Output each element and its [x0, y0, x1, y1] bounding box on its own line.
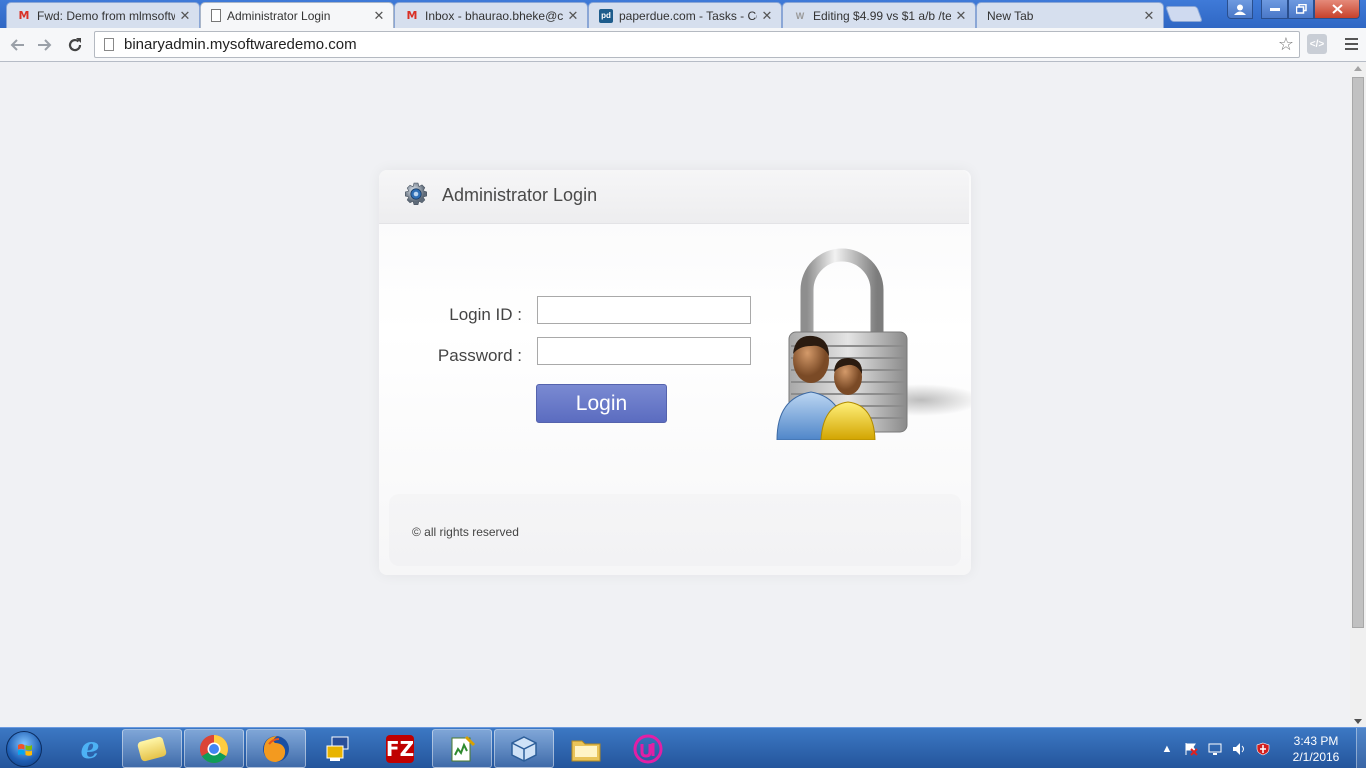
internet-explorer-icon[interactable]: e	[60, 729, 120, 768]
close-tab-icon[interactable]: ✕	[1143, 8, 1155, 24]
chrome-menu-icon[interactable]	[1340, 33, 1362, 55]
close-tab-icon[interactable]: ✕	[567, 8, 579, 24]
tab-paperdue[interactable]: pd paperdue.com - Tasks - Co ✕	[588, 2, 782, 28]
gmail-icon: M	[18, 9, 30, 22]
vertical-scrollbar[interactable]	[1350, 62, 1366, 727]
notepad-icon[interactable]	[432, 729, 492, 768]
remote-desktop-icon[interactable]	[308, 729, 368, 768]
extension-icon[interactable]: </>	[1307, 34, 1327, 54]
padlock-users-icon	[776, 248, 971, 440]
tab-gmail-fwd[interactable]: M Fwd: Demo from mlmsoftw ✕	[6, 2, 200, 28]
login-button[interactable]: Login	[536, 384, 667, 423]
login-id-input[interactable]	[537, 296, 751, 324]
minimize-button[interactable]	[1261, 0, 1288, 19]
close-tab-icon[interactable]: ✕	[373, 8, 385, 24]
close-tab-icon[interactable]: ✕	[179, 8, 191, 24]
tab-title: Administrator Login	[227, 8, 331, 23]
login-panel-footer: © all rights reserved	[389, 494, 961, 566]
tab-admin-login[interactable]: Administrator Login ✕	[200, 2, 394, 28]
tab-editing[interactable]: W Editing $4.99 vs $1 a/b /te ✕	[782, 2, 976, 28]
tab-new[interactable]: New Tab ✕	[976, 2, 1164, 28]
login-panel: Administrator Login Login ID : Password …	[379, 170, 971, 575]
firefox-icon[interactable]	[246, 729, 306, 768]
network-icon[interactable]	[1208, 742, 1222, 756]
user-profile-icon[interactable]	[1227, 0, 1253, 19]
security-shield-icon[interactable]	[1256, 742, 1270, 756]
windows-logo-icon	[18, 744, 32, 756]
browser-toolbar: ☆ </>	[0, 28, 1366, 62]
scroll-up-icon[interactable]	[1354, 66, 1362, 71]
back-arrow-icon[interactable]	[4, 32, 30, 58]
close-tab-icon[interactable]: ✕	[761, 8, 773, 24]
url-input[interactable]	[124, 36, 1273, 53]
gmail-icon: M	[406, 9, 418, 22]
tab-title: New Tab	[987, 8, 1034, 23]
login-panel-header: Administrator Login	[379, 170, 969, 224]
copyright-text: © all rights reserved	[412, 525, 519, 539]
page-icon	[211, 9, 221, 22]
tab-gmail-inbox[interactable]: M Inbox - bhaurao.bheke@c ✕	[394, 2, 588, 28]
forward-arrow-icon[interactable]	[32, 32, 58, 58]
volume-icon[interactable]	[1232, 742, 1246, 756]
action-center-icon[interactable]	[1184, 742, 1198, 756]
close-tab-icon[interactable]: ✕	[955, 8, 967, 24]
close-window-button[interactable]	[1314, 0, 1360, 19]
tab-title: paperdue.com - Tasks - Co	[619, 8, 757, 23]
page-title: Administrator Login	[442, 185, 598, 205]
start-button[interactable]	[6, 731, 42, 767]
file-explorer-icon[interactable]	[122, 729, 182, 768]
tab-title: Inbox - bhaurao.bheke@c	[425, 8, 563, 23]
password-input[interactable]	[537, 337, 751, 365]
show-hidden-icons-icon[interactable]: ▲	[1160, 742, 1174, 756]
page-viewport: Administrator Login Login ID : Password …	[0, 62, 1350, 727]
app-icon[interactable]	[618, 729, 678, 768]
tab-title: Fwd: Demo from mlmsoftw	[37, 8, 175, 23]
password-label: Password :	[437, 346, 522, 365]
taskbar-clock[interactable]: 3:43 PM 2/1/2016	[1284, 733, 1348, 765]
virtualbox-icon[interactable]	[494, 729, 554, 768]
restore-button[interactable]	[1288, 0, 1314, 19]
tab-strip: M Fwd: Demo from mlmsoftw ✕ Administrato…	[0, 0, 1366, 28]
scroll-down-icon[interactable]	[1354, 719, 1362, 724]
login-id-label: Login ID :	[449, 305, 522, 324]
chrome-icon[interactable]	[184, 729, 244, 768]
bookmark-star-icon[interactable]: ☆	[1273, 34, 1299, 55]
tab-title: Editing $4.99 vs $1 a/b /te	[813, 8, 951, 23]
reload-icon[interactable]	[62, 32, 88, 58]
wix-icon: W	[795, 10, 805, 21]
system-tray: ▲	[1160, 728, 1270, 768]
address-bar[interactable]: ☆	[94, 31, 1300, 58]
paperdue-icon: pd	[599, 8, 613, 23]
page-icon	[104, 38, 114, 51]
windows-taskbar: e FZ ▲ 3:43 PM 2/1/2016	[0, 727, 1366, 768]
show-desktop-button[interactable]	[1356, 728, 1366, 768]
filezilla-icon[interactable]: FZ	[370, 729, 430, 768]
new-tab-button[interactable]	[1165, 6, 1203, 22]
folder-icon[interactable]	[556, 729, 616, 768]
clock-date: 2/1/2016	[1292, 750, 1340, 764]
clock-time: 3:43 PM	[1293, 734, 1339, 748]
scrollbar-thumb[interactable]	[1352, 77, 1364, 628]
gear-icon	[405, 182, 427, 205]
